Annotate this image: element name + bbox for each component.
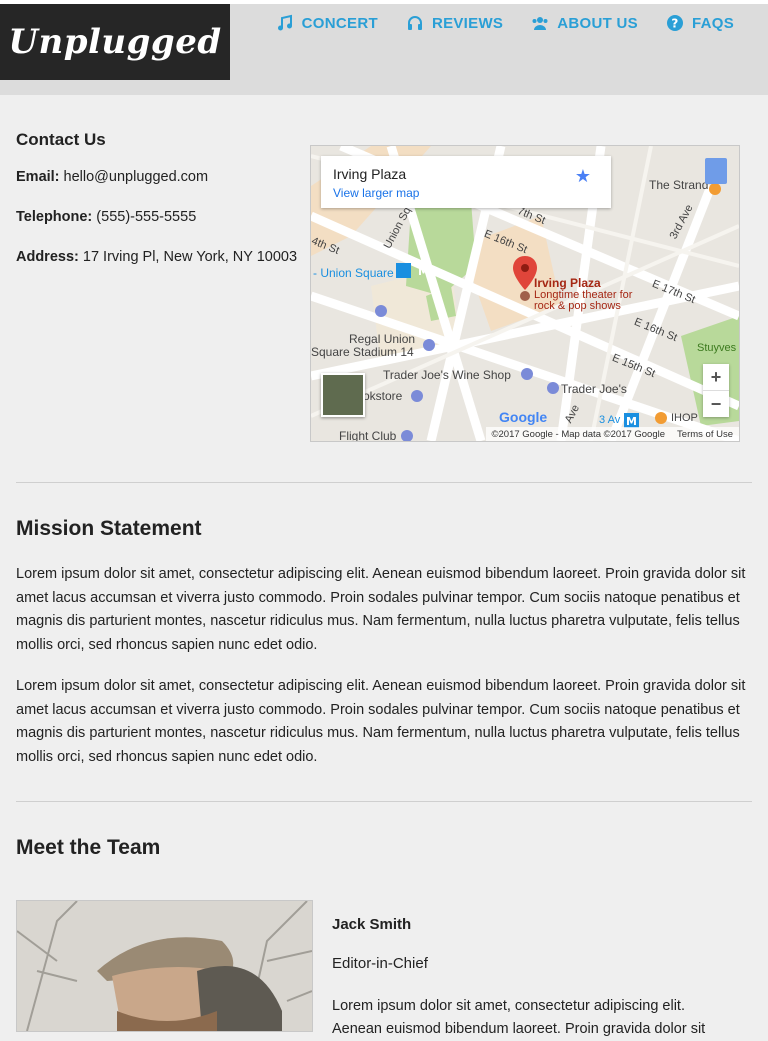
main-nav: CONCERT REVIEWS ABOUT US ? FAQS <box>276 14 734 32</box>
embedded-map[interactable]: M M - Union Square Regal Union Square St… <box>310 145 740 442</box>
zoom-out-button[interactable]: − <box>703 391 729 417</box>
map-label-3av: 3 Av <box>599 414 621 426</box>
member-bio: Lorem ipsum dolor sit amet, consectetur … <box>332 998 706 1037</box>
headphones-icon <box>407 16 422 30</box>
street-view-pegman-icon[interactable] <box>705 158 727 184</box>
view-larger-map-link[interactable]: View larger map <box>333 186 419 200</box>
email-label: Email: <box>16 169 60 185</box>
address-label: Address: <box>16 249 79 265</box>
contact-address: Address: 17 Irving Pl, New York, NY 1000… <box>16 248 306 266</box>
map-place-card: Irving Plaza View larger map ★ <box>321 156 611 208</box>
svg-text:M: M <box>418 265 429 278</box>
logo-text: Unplugged <box>8 22 222 62</box>
member-role: Editor-in-Chief <box>332 955 428 972</box>
music-note-icon <box>277 14 292 31</box>
header-bar: Unplugged CONCERT REVIEWS ABOUT US ? FAQ… <box>0 0 768 95</box>
email-value[interactable]: hello@unplugged.com <box>64 169 209 185</box>
phone-label: Telephone: <box>16 209 93 225</box>
map-terms-link[interactable]: Terms of Use <box>677 429 733 440</box>
map-label-trader-joes: Trader Joe's <box>561 382 627 396</box>
question-circle-icon: ? <box>666 15 683 31</box>
phone-value: (555)-555-5555 <box>96 209 197 225</box>
map-label-trader-joes-wine: Trader Joe's Wine Shop <box>383 368 511 382</box>
satellite-toggle-thumbnail[interactable] <box>321 373 365 417</box>
map-pin-title[interactable]: Irving Plaza <box>534 276 601 290</box>
mission-paragraph-1: Lorem ipsum dolor sit amet, consectetur … <box>16 566 746 653</box>
map-label-bookstore: okstore <box>363 389 403 403</box>
nav-label-reviews: REVIEWS <box>431 14 504 32</box>
nav-item-concert[interactable]: CONCERT <box>276 14 378 32</box>
nav-label-concert: CONCERT <box>301 14 378 32</box>
nav-label-faqs: FAQS <box>691 14 734 32</box>
map-zoom-control: + − <box>703 364 729 417</box>
address-value: 17 Irving Pl, New York, NY 10003 <box>82 249 298 265</box>
site-logo[interactable]: Unplugged <box>0 4 230 80</box>
map-copyright: ©2017 Google - Map data ©2017 Google <box>491 428 666 440</box>
contact-heading: Contact Us <box>16 130 106 149</box>
contact-email: Email: hello@unplugged.com <box>16 168 306 186</box>
portrait-image <box>17 901 312 1031</box>
save-star-icon[interactable]: ★ <box>575 166 591 187</box>
map-attribution: ©2017 Google - Map data ©2017 Google Ter… <box>485 427 739 441</box>
users-icon <box>532 17 548 30</box>
map-label-stuyves: Stuyves <box>697 342 737 354</box>
contact-phone: Telephone: (555)-555-5555 <box>16 208 306 226</box>
section-divider <box>16 801 752 802</box>
nav-item-reviews[interactable]: REVIEWS <box>406 14 503 32</box>
svg-text:?: ? <box>671 17 678 31</box>
nav-item-faqs[interactable]: ? FAQS <box>666 14 734 32</box>
nav-item-about-us[interactable]: ABOUT US <box>531 14 638 32</box>
section-divider <box>16 482 752 483</box>
map-label-regal-2: Square Stadium 14 <box>311 345 414 359</box>
contact-section: Contact Us Email: hello@unplugged.com Te… <box>16 130 306 288</box>
map-label-union-square: - Union Square <box>313 266 394 280</box>
map-label-ihop: IHOP <box>671 412 698 424</box>
team-member-photo <box>16 900 313 1032</box>
map-pin-desc-2: rock & pop shows <box>534 300 621 312</box>
map-label-regal-1: Regal Union <box>349 332 416 346</box>
nav-label-about-us: ABOUT US <box>557 14 638 32</box>
mission-heading: Mission Statement <box>16 517 202 540</box>
team-heading: Meet the Team <box>16 836 161 859</box>
mission-paragraph-2: Lorem ipsum dolor sit amet, consectetur … <box>16 678 746 765</box>
google-logo: Google <box>499 409 548 425</box>
map-label-the-strand: The Strand <box>649 178 709 192</box>
map-place-title: Irving Plaza <box>333 166 407 182</box>
member-name: Jack Smith <box>332 916 412 933</box>
zoom-in-button[interactable]: + <box>703 364 729 390</box>
map-label-flight-club: Flight Club <box>339 429 397 442</box>
